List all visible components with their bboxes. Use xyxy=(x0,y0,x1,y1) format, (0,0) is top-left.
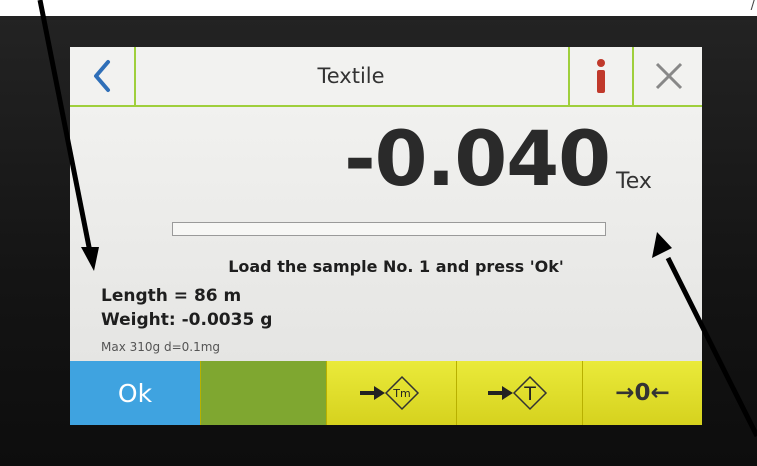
close-icon xyxy=(655,62,683,90)
back-button[interactable] xyxy=(70,47,136,105)
weight-readout: Weight: -0.0035 g xyxy=(101,310,273,330)
chevron-left-icon xyxy=(94,60,110,92)
tare-memory-icon: Tm xyxy=(359,375,419,411)
ok-label: Ok xyxy=(117,378,153,408)
close-button[interactable] xyxy=(632,47,702,105)
weight-reading: -0.040 xyxy=(344,114,611,203)
instruction-message: Load the sample No. 1 and press 'Ok' xyxy=(228,257,564,276)
scale-screen: Textile -0.040 Tex Load the sample No. 1… xyxy=(70,47,702,425)
tare-memory-button[interactable]: Tm xyxy=(326,361,456,425)
reading-unit: Tex xyxy=(616,169,652,194)
length-readout: Length = 86 m xyxy=(101,286,242,306)
info-button[interactable] xyxy=(568,47,632,105)
corner-mark: / xyxy=(750,0,755,13)
zero-button[interactable]: →0← xyxy=(582,361,702,425)
info-icon xyxy=(597,59,605,93)
header-bar: Textile xyxy=(70,47,702,107)
blank-function-key[interactable] xyxy=(200,361,326,425)
capacity-info: Max 310g d=0.1mg xyxy=(101,340,221,354)
ok-button[interactable]: Ok xyxy=(70,361,200,425)
function-bar: Ok Tm T →0← xyxy=(70,361,702,425)
zero-label: →0← xyxy=(615,380,670,406)
tare-memory-label: Tm xyxy=(392,387,410,400)
image-top-margin: / xyxy=(0,0,757,16)
tare-label: T xyxy=(523,383,536,405)
tare-button[interactable]: T xyxy=(456,361,582,425)
tare-icon: T xyxy=(487,375,547,411)
main-panel: -0.040 Tex Load the sample No. 1 and pre… xyxy=(70,107,702,361)
title-area: Textile xyxy=(136,47,566,105)
load-progress-bar xyxy=(172,222,606,236)
page-title: Textile xyxy=(317,64,385,88)
